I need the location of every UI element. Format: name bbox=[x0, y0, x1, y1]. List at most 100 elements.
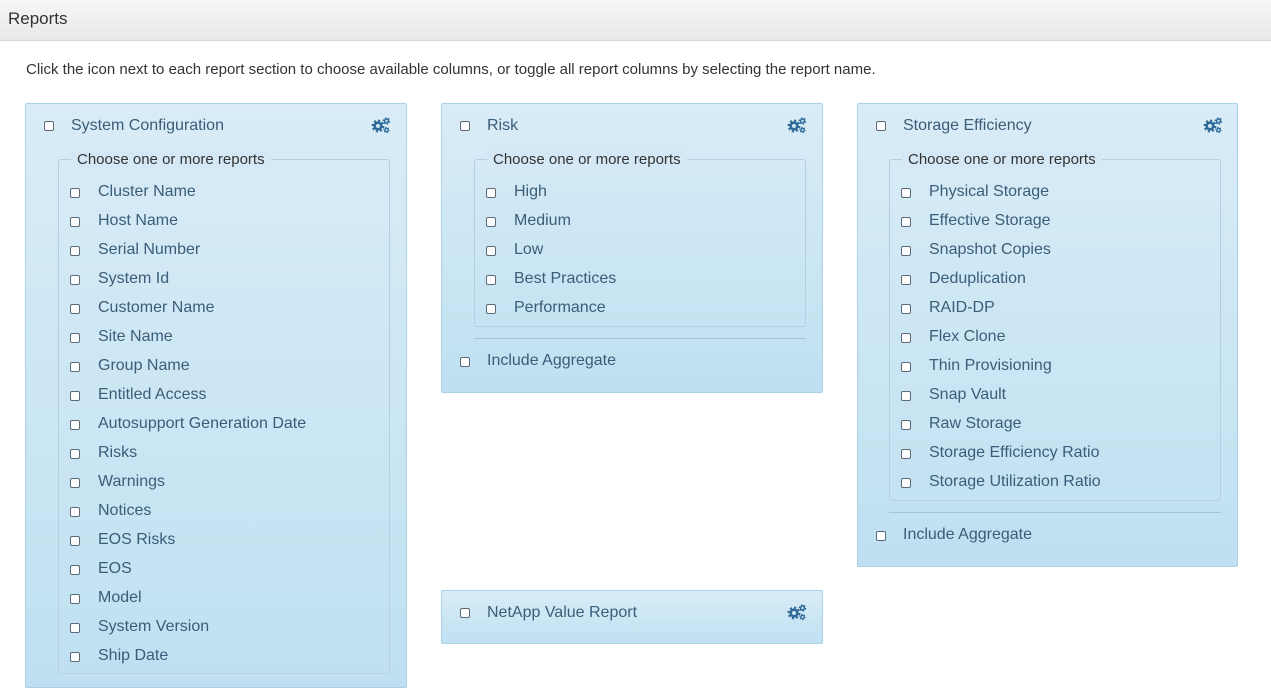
include-aggregate-checkbox[interactable] bbox=[876, 531, 886, 541]
report-option[interactable]: EOS bbox=[59, 560, 359, 580]
report-option-label[interactable]: Storage Utilization Ratio bbox=[929, 473, 1101, 491]
report-option-checkbox[interactable] bbox=[901, 275, 911, 285]
report-option-checkbox[interactable] bbox=[70, 449, 80, 459]
include-aggregate-option[interactable]: Include Aggregate bbox=[876, 526, 1076, 546]
include-aggregate-checkbox[interactable] bbox=[460, 357, 470, 367]
report-option[interactable]: Group Name bbox=[59, 357, 359, 377]
report-option-label[interactable]: Cluster Name bbox=[98, 183, 196, 201]
report-option-label[interactable]: Flex Clone bbox=[929, 328, 1005, 346]
report-option[interactable]: Best Practices bbox=[475, 270, 775, 290]
report-option-checkbox[interactable] bbox=[901, 246, 911, 256]
report-option[interactable]: Notices bbox=[59, 502, 359, 522]
report-option[interactable]: EOS Risks bbox=[59, 531, 359, 551]
report-option[interactable]: Risks bbox=[59, 444, 359, 464]
report-option-label[interactable]: Entitled Access bbox=[98, 386, 207, 404]
report-option-label[interactable]: System Version bbox=[98, 618, 209, 636]
panel-title[interactable]: NetApp Value Report bbox=[487, 604, 637, 622]
report-option[interactable]: Snapshot Copies bbox=[890, 241, 1190, 261]
report-option-label[interactable]: Best Practices bbox=[514, 270, 616, 288]
report-option[interactable]: Entitled Access bbox=[59, 386, 359, 406]
report-option[interactable]: Storage Efficiency Ratio bbox=[890, 444, 1190, 464]
report-option-label[interactable]: Snap Vault bbox=[929, 386, 1006, 404]
report-option-label[interactable]: Low bbox=[514, 241, 543, 259]
report-option[interactable]: Autosupport Generation Date bbox=[59, 415, 359, 435]
report-option[interactable]: Warnings bbox=[59, 473, 359, 493]
report-option-checkbox[interactable] bbox=[70, 420, 80, 430]
report-option-label[interactable]: RAID-DP bbox=[929, 299, 995, 317]
report-option-label[interactable]: System Id bbox=[98, 270, 169, 288]
report-option[interactable]: Flex Clone bbox=[890, 328, 1190, 348]
report-option-checkbox[interactable] bbox=[901, 304, 911, 314]
risk-checkbox[interactable] bbox=[460, 121, 470, 131]
report-option-checkbox[interactable] bbox=[901, 478, 911, 488]
report-option-checkbox[interactable] bbox=[70, 652, 80, 662]
report-option-label[interactable]: Effective Storage bbox=[929, 212, 1051, 230]
report-option[interactable]: Model bbox=[59, 589, 359, 609]
report-option[interactable]: RAID-DP bbox=[890, 299, 1190, 319]
gears-icon[interactable] bbox=[1203, 116, 1223, 134]
report-option-checkbox[interactable] bbox=[70, 217, 80, 227]
report-option[interactable]: Low bbox=[475, 241, 775, 261]
report-option[interactable]: Snap Vault bbox=[890, 386, 1190, 406]
report-option-label[interactable]: Performance bbox=[514, 299, 606, 317]
report-option[interactable]: Site Name bbox=[59, 328, 359, 348]
panel-title[interactable]: Storage Efficiency bbox=[903, 117, 1032, 135]
report-option-label[interactable]: Customer Name bbox=[98, 299, 214, 317]
report-option-label[interactable]: Ship Date bbox=[98, 647, 168, 665]
report-option[interactable]: High bbox=[475, 183, 775, 203]
report-option-label[interactable]: Physical Storage bbox=[929, 183, 1049, 201]
report-option-label[interactable]: Medium bbox=[514, 212, 571, 230]
report-option[interactable]: System Version bbox=[59, 618, 359, 638]
system-configuration-checkbox[interactable] bbox=[44, 121, 54, 131]
report-option-label[interactable]: Thin Provisioning bbox=[929, 357, 1052, 375]
report-option-checkbox[interactable] bbox=[486, 217, 496, 227]
report-option-checkbox[interactable] bbox=[901, 188, 911, 198]
report-option-checkbox[interactable] bbox=[70, 391, 80, 401]
storage-efficiency-checkbox[interactable] bbox=[876, 121, 886, 131]
report-option-checkbox[interactable] bbox=[70, 362, 80, 372]
report-option-checkbox[interactable] bbox=[486, 275, 496, 285]
panel-title[interactable]: Risk bbox=[487, 117, 518, 135]
report-option-label[interactable]: Host Name bbox=[98, 212, 178, 230]
report-option-label[interactable]: Raw Storage bbox=[929, 415, 1022, 433]
report-option-label[interactable]: Deduplication bbox=[929, 270, 1026, 288]
gears-icon[interactable] bbox=[787, 603, 807, 621]
report-option-label[interactable]: Site Name bbox=[98, 328, 173, 346]
report-option[interactable]: Raw Storage bbox=[890, 415, 1190, 435]
report-option-checkbox[interactable] bbox=[70, 565, 80, 575]
report-option-label[interactable]: EOS bbox=[98, 560, 132, 578]
report-option[interactable]: Medium bbox=[475, 212, 775, 232]
report-option-checkbox[interactable] bbox=[70, 507, 80, 517]
report-option-label[interactable]: Group Name bbox=[98, 357, 190, 375]
report-option-label[interactable]: Autosupport Generation Date bbox=[98, 415, 306, 433]
report-option-label[interactable]: EOS Risks bbox=[98, 531, 175, 549]
report-option[interactable]: Thin Provisioning bbox=[890, 357, 1190, 377]
report-option-checkbox[interactable] bbox=[901, 362, 911, 372]
report-option-checkbox[interactable] bbox=[70, 275, 80, 285]
report-option-checkbox[interactable] bbox=[70, 304, 80, 314]
report-option-checkbox[interactable] bbox=[70, 536, 80, 546]
gears-icon[interactable] bbox=[371, 116, 391, 134]
report-option-label[interactable]: High bbox=[514, 183, 547, 201]
report-option-checkbox[interactable] bbox=[70, 478, 80, 488]
report-option-label[interactable]: Risks bbox=[98, 444, 137, 462]
report-option-label[interactable]: Snapshot Copies bbox=[929, 241, 1051, 259]
report-option[interactable]: Effective Storage bbox=[890, 212, 1190, 232]
include-aggregate-label[interactable]: Include Aggregate bbox=[903, 526, 1032, 544]
report-option-checkbox[interactable] bbox=[70, 623, 80, 633]
gears-icon[interactable] bbox=[787, 116, 807, 134]
report-option-label[interactable]: Serial Number bbox=[98, 241, 200, 259]
report-option-label[interactable]: Storage Efficiency Ratio bbox=[929, 444, 1099, 462]
report-option-checkbox[interactable] bbox=[486, 188, 496, 198]
report-option-checkbox[interactable] bbox=[70, 188, 80, 198]
report-option[interactable]: Customer Name bbox=[59, 299, 359, 319]
report-option-checkbox[interactable] bbox=[70, 246, 80, 256]
report-option-checkbox[interactable] bbox=[70, 333, 80, 343]
report-option[interactable]: System Id bbox=[59, 270, 359, 290]
report-option[interactable]: Physical Storage bbox=[890, 183, 1190, 203]
report-option-checkbox[interactable] bbox=[486, 246, 496, 256]
include-aggregate-option[interactable]: Include Aggregate bbox=[460, 352, 660, 372]
report-option[interactable]: Deduplication bbox=[890, 270, 1190, 290]
report-option-label[interactable]: Notices bbox=[98, 502, 151, 520]
report-option[interactable]: Ship Date bbox=[59, 647, 359, 667]
